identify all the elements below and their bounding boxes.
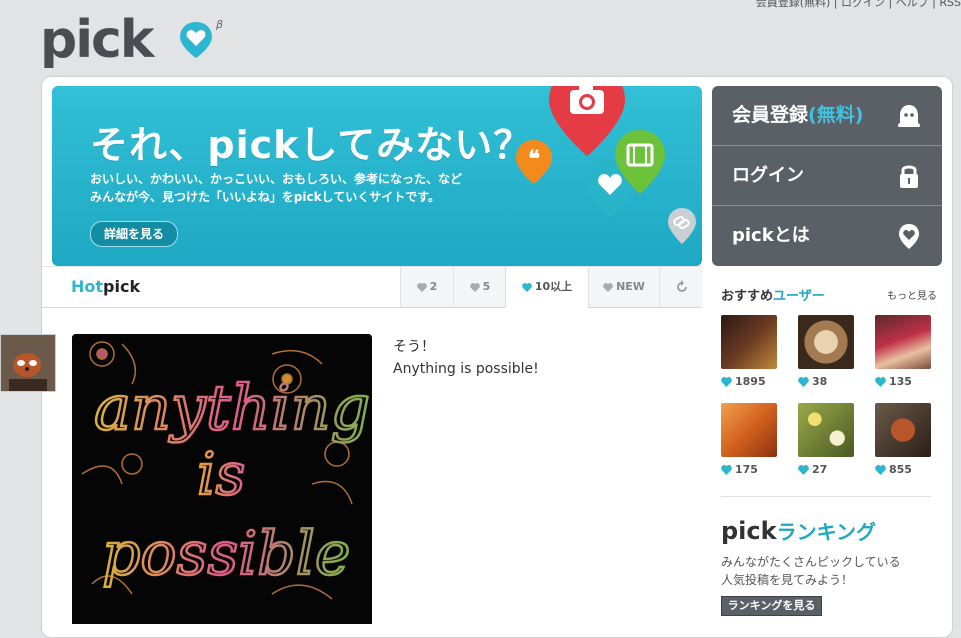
user-pick-count: 38 [798, 375, 854, 388]
tab-new[interactable]: NEW [588, 267, 659, 307]
user-count-value: 135 [889, 375, 912, 388]
account-menu: 会員登録(無料) ログイン pickとは [712, 86, 942, 266]
hero-desc-line-1: おいしい、かわいい、かっこいい、おもしろい、参考になった、など [90, 172, 463, 186]
register-label: 会員登録 [732, 104, 809, 126]
tab-10-plus[interactable]: 10以上 [505, 267, 588, 308]
heart-icon [522, 282, 532, 292]
anything-is-possible-artwork: anything is possible [72, 334, 372, 624]
login-menu-item[interactable]: ログイン [712, 146, 942, 205]
hot-pick-tabs: Hotpick 2 5 10以上 NEW [42, 266, 703, 308]
user-count-value: 855 [889, 463, 912, 476]
about-label: pickとは [732, 225, 810, 246]
heart-icon [416, 282, 427, 292]
heart-icon [603, 282, 613, 292]
logo-text: pick [40, 10, 154, 70]
post-image[interactable]: anything is possible [72, 334, 372, 624]
section-divider [721, 496, 931, 497]
ranking-title-prefix: pick [721, 517, 777, 545]
rec-title-prefix: おすすめ [721, 289, 774, 304]
quote-glyph: ❝ [528, 146, 540, 172]
hero-desc-line-2: みんなが今、見つけた「いいよね」をpickしていくサイトです。 [90, 190, 440, 204]
beta-badge: β [216, 18, 224, 31]
tab-5[interactable]: 5 [453, 267, 506, 307]
heart-icon [798, 377, 809, 387]
artwork-word-anything: anything [94, 371, 370, 444]
recommended-user[interactable]: 135 [875, 315, 931, 388]
link-pin-icon [668, 208, 696, 244]
ranking-desc-line-2: 人気投稿を見てみよう！ [721, 573, 854, 587]
hot-word: Hot [71, 277, 104, 296]
user-avatar [875, 315, 931, 369]
heart-icon [798, 465, 809, 475]
top-links[interactable]: 会員登録(無料) | ログイン | ヘルプ | RSS [756, 0, 961, 10]
user-avatar [798, 403, 854, 457]
red-panda-photo [1, 335, 55, 391]
user-count-value: 27 [812, 463, 828, 476]
tab-2[interactable]: 2 [400, 267, 453, 307]
login-label: ログイン [732, 165, 804, 186]
lock-icon [900, 165, 918, 188]
heart-icon [875, 377, 886, 387]
post-caption-line-1: そう！ [393, 339, 435, 355]
recommended-user[interactable]: 175 [721, 403, 777, 476]
hero-title: それ、pickしてみない？ [90, 123, 533, 167]
user-pick-count: 175 [721, 463, 777, 476]
artwork-word-possible: possible [102, 519, 350, 589]
tab-label: 10以上 [534, 280, 573, 293]
ranking-title-accent: ランキング [776, 520, 876, 544]
heart-icon [721, 465, 732, 475]
heart-icon [721, 377, 732, 387]
recommended-user[interactable]: 27 [798, 403, 854, 476]
view-ranking-button[interactable]: ランキングを見る [721, 596, 822, 616]
rec-title-accent: ユーザー [773, 289, 825, 304]
heart-icon [469, 282, 480, 292]
heart-pin-icon [899, 224, 919, 249]
user-count-value: 1895 [735, 375, 766, 388]
user-avatar [798, 315, 854, 369]
more-users-link[interactable]: もっと見る [887, 287, 937, 302]
floating-user-thumbnail[interactable] [0, 334, 56, 392]
refresh-button[interactable] [659, 267, 703, 307]
tab-label: 5 [482, 280, 491, 293]
hot-pick-heading: Hotpick [71, 277, 140, 296]
user-pick-count: 1895 [721, 375, 777, 388]
hero-banner: それ、pickしてみない？ おいしい、かわいい、かっこいい、おもしろい、参考にな… [52, 86, 702, 266]
logo-heart-pin-icon [180, 22, 212, 58]
register-free-label: (無料) [808, 104, 864, 126]
user-pick-count: 27 [798, 463, 854, 476]
ranking-description: みんながたくさんピックしている 人気投稿を見てみよう！ [721, 553, 901, 589]
ranking-heading[interactable]: pickランキング [721, 516, 876, 545]
pick-word: pick [103, 277, 141, 296]
ranking-desc-line-1: みんながたくさんピックしている [721, 555, 901, 569]
recommended-user[interactable]: 855 [875, 403, 931, 476]
ghost-icon [897, 105, 921, 127]
user-avatar [875, 403, 931, 457]
user-avatar [721, 403, 777, 457]
refresh-icon [676, 280, 687, 292]
heart-icon [875, 465, 886, 475]
tab-label: NEW [616, 280, 645, 293]
user-count-value: 38 [812, 375, 828, 388]
user-avatar [721, 315, 777, 369]
user-pick-count: 855 [875, 463, 931, 476]
about-menu-item[interactable]: pickとは [712, 206, 942, 266]
post-caption-line-2: Anything is possible! [393, 361, 539, 377]
register-menu-item[interactable]: 会員登録(無料) [712, 86, 942, 145]
user-pick-count: 135 [875, 375, 931, 388]
recommended-user[interactable]: 38 [798, 315, 854, 388]
user-count-value: 175 [735, 463, 758, 476]
details-button[interactable]: 詳細を見る [90, 221, 178, 247]
film-pin-icon [615, 130, 665, 194]
artwork-word-is: is [197, 440, 245, 508]
recommended-users-heading: おすすめユーザー [721, 285, 825, 304]
hero-description: おいしい、かわいい、かっこいい、おもしろい、参考になった、など みんなが今、見つ… [90, 170, 462, 206]
tab-label: 2 [429, 280, 438, 293]
post-caption: そう！ Anything is possible! [393, 336, 539, 380]
recommended-user[interactable]: 1895 [721, 315, 777, 388]
